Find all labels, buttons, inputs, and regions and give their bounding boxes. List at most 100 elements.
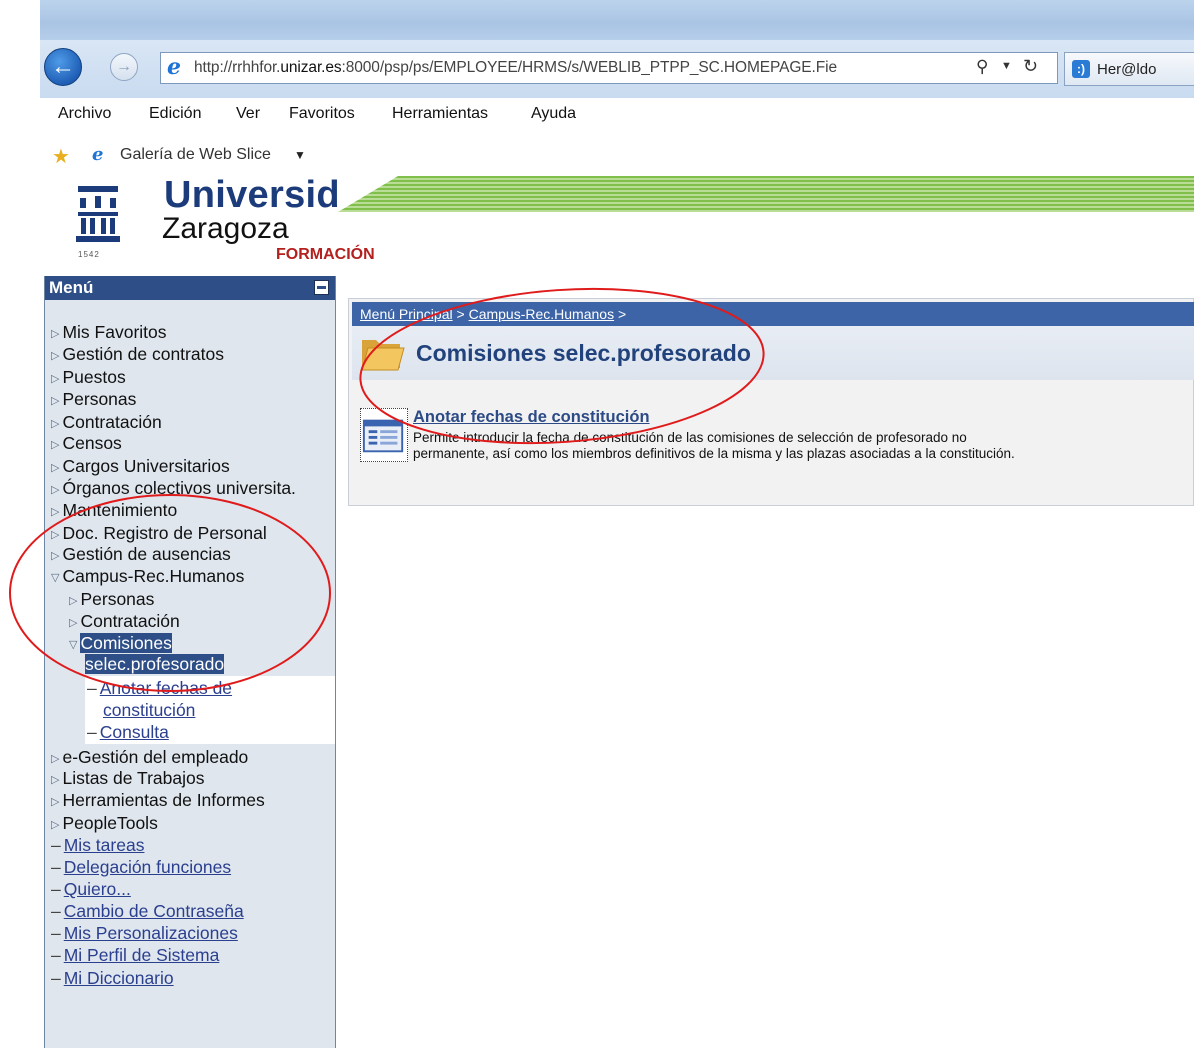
breadcrumb: Menú Principal > Campus-Rec.Humanos >: [352, 302, 1194, 326]
menu-item-contratacion[interactable]: ▷ Contratación: [51, 412, 162, 434]
menu-item-gestion-ausencias[interactable]: ▷ Gestión de ausencias: [51, 544, 231, 566]
item-description-line-1: Permite introducir la fecha de constituc…: [413, 430, 967, 445]
menu-item-herramientas-informes[interactable]: ▷ Herramientas de Informes: [51, 790, 265, 812]
logo-university: Universid: [164, 174, 340, 216]
menu-archivo[interactable]: Archivo: [58, 105, 111, 123]
logo-subtitle: FORMACIÓN: [276, 246, 375, 263]
triangle-right-icon: ▷: [69, 617, 78, 629]
breadcrumb-campus[interactable]: Campus-Rec.Humanos: [469, 306, 615, 322]
dash-icon: –: [51, 923, 61, 943]
triangle-down-icon: ▽: [51, 572, 60, 584]
menu-item-personas[interactable]: ▷ Personas: [51, 389, 136, 411]
menu-item-puestos[interactable]: ▷ Puestos: [51, 367, 126, 389]
title-band: Comisiones selec.profesorado: [352, 326, 1194, 380]
back-arrow-icon: ←: [51, 53, 75, 80]
triangle-right-icon: ▷: [51, 373, 60, 385]
logo-year: 1542: [78, 250, 100, 259]
triangle-right-icon: ▷: [51, 529, 60, 541]
triangle-right-icon: ▷: [51, 484, 60, 496]
chevron-down-icon[interactable]: ▼: [1001, 60, 1012, 72]
triangle-right-icon: ▷: [51, 439, 60, 451]
menu-item-e-gestion[interactable]: ▷ e-Gestión del empleado: [51, 747, 248, 769]
link-anotar-fechas-cont[interactable]: constitución: [103, 700, 195, 720]
menu-item-doc-registro[interactable]: ▷ Doc. Registro de Personal: [51, 523, 267, 545]
item-title-link[interactable]: Anotar fechas de constitución: [413, 408, 650, 427]
browser-chrome: ← → e http://rrhhfor.unizar.es:8000/psp/…: [0, 0, 1194, 176]
menu-item-organos[interactable]: ▷ Órganos colectivos universita.: [51, 478, 296, 500]
menu-item-mantenimiento[interactable]: ▷ Mantenimiento: [51, 500, 177, 522]
dash-icon: –: [51, 901, 61, 921]
submenu-item-comisiones-cont[interactable]: selec.profesorado: [85, 654, 225, 674]
triangle-right-icon: ▷: [51, 550, 60, 562]
triangle-right-icon: ▷: [51, 796, 60, 808]
submenu-item-comisiones[interactable]: ▽ Comisiones: [69, 633, 172, 655]
item-description-line-2: permanente, así como los miembros defini…: [413, 446, 1015, 461]
menu-item-cargos[interactable]: ▷ Cargos Universitarios: [51, 456, 230, 478]
refresh-icon[interactable]: ↻: [1023, 56, 1038, 77]
tab-label: Her@ldo: [1097, 61, 1157, 78]
dash-icon: –: [87, 678, 97, 698]
component-icon[interactable]: [360, 408, 408, 462]
triangle-right-icon: ▷: [51, 506, 60, 518]
header-decoration: [338, 176, 1194, 212]
link-quiero[interactable]: – Quiero...: [51, 879, 131, 899]
breadcrumb-menu-principal[interactable]: Menú Principal: [360, 306, 453, 322]
menu-bar: Archivo Edición Ver Favoritos Herramient…: [0, 98, 1194, 132]
collapse-icon[interactable]: [314, 280, 329, 295]
browser-tab[interactable]: :) Her@ldo: [1064, 52, 1194, 86]
triangle-right-icon: ▷: [51, 774, 60, 786]
link-mi-diccionario[interactable]: – Mi Diccionario: [51, 968, 174, 988]
dash-icon: –: [51, 945, 61, 965]
link-mis-personalizaciones[interactable]: – Mis Personalizaciones: [51, 923, 238, 943]
dash-icon: –: [51, 968, 61, 988]
menu-ayuda[interactable]: Ayuda: [531, 105, 576, 123]
page-title: Comisiones selec.profesorado: [416, 340, 751, 366]
university-emblem-icon: [76, 186, 120, 242]
folder-icon: [361, 340, 405, 371]
link-consulta[interactable]: – Consulta: [87, 722, 169, 742]
triangle-right-icon: ▷: [51, 819, 60, 831]
item-description: Permite introducir la fecha de constituc…: [413, 430, 1183, 462]
menu-herramientas[interactable]: Herramientas: [392, 105, 488, 123]
address-bar[interactable]: e http://rrhhfor.unizar.es:8000/psp/ps/E…: [160, 52, 1058, 84]
menu-item-mis-favoritos[interactable]: ▷ Mis Favoritos: [51, 322, 167, 344]
web-slice-gallery[interactable]: Galería de Web Slice: [120, 146, 271, 164]
submenu-item-contratacion[interactable]: ▷ Contratación: [69, 611, 180, 633]
chevron-down-icon[interactable]: ▼: [294, 148, 306, 162]
favorites-bar: ★ e Galería de Web Slice ▼: [0, 138, 1194, 172]
triangle-right-icon: ▷: [69, 595, 78, 607]
search-icon[interactable]: ⚲: [976, 57, 988, 77]
ie-icon: e: [92, 144, 104, 165]
menu-item-listas-trabajos[interactable]: ▷ Listas de Trabajos: [51, 768, 205, 790]
menu-edicion[interactable]: Edición: [149, 105, 201, 123]
link-delegacion-funciones[interactable]: – Delegación funciones: [51, 857, 231, 877]
menu-ver[interactable]: Ver: [236, 105, 260, 123]
triangle-right-icon: ▷: [51, 350, 60, 362]
dash-icon: –: [51, 879, 61, 899]
back-button[interactable]: ←: [44, 48, 82, 86]
submenu-item-personas[interactable]: ▷ Personas: [69, 589, 154, 611]
title-bar: [40, 0, 1194, 42]
triangle-down-icon: ▽: [69, 639, 78, 651]
forward-arrow-icon: →: [116, 58, 132, 75]
url-text[interactable]: http://rrhhfor.unizar.es:8000/psp/ps/EMP…: [194, 59, 837, 77]
menu-favoritos[interactable]: Favoritos: [289, 105, 355, 123]
menu-header: Menú: [45, 276, 335, 300]
favorites-star-icon[interactable]: ★: [52, 144, 70, 169]
menu-item-peopletools[interactable]: ▷ PeopleTools: [51, 813, 158, 835]
link-mi-perfil[interactable]: – Mi Perfil de Sistema: [51, 945, 219, 965]
link-cambio-contrasena[interactable]: – Cambio de Contraseña: [51, 901, 244, 921]
menu-item-gestion-contratos[interactable]: ▷ Gestión de contratos: [51, 344, 224, 366]
triangle-right-icon: ▷: [51, 328, 60, 340]
link-mis-tareas[interactable]: – Mis tareas: [51, 835, 144, 855]
logo-city: Zaragoza: [162, 212, 289, 245]
triangle-right-icon: ▷: [51, 753, 60, 765]
menu-item-campus-rec-humanos[interactable]: ▽ Campus-Rec.Humanos: [51, 566, 244, 588]
triangle-right-icon: ▷: [51, 395, 60, 407]
menu-item-censos[interactable]: ▷ Censos: [51, 433, 122, 455]
forward-button[interactable]: →: [110, 53, 138, 81]
ie-page-icon: e: [167, 54, 181, 80]
link-anotar-fechas[interactable]: – Anotar fechas de: [87, 678, 232, 698]
dash-icon: –: [51, 835, 61, 855]
site-favicon-icon: :): [1072, 60, 1090, 78]
